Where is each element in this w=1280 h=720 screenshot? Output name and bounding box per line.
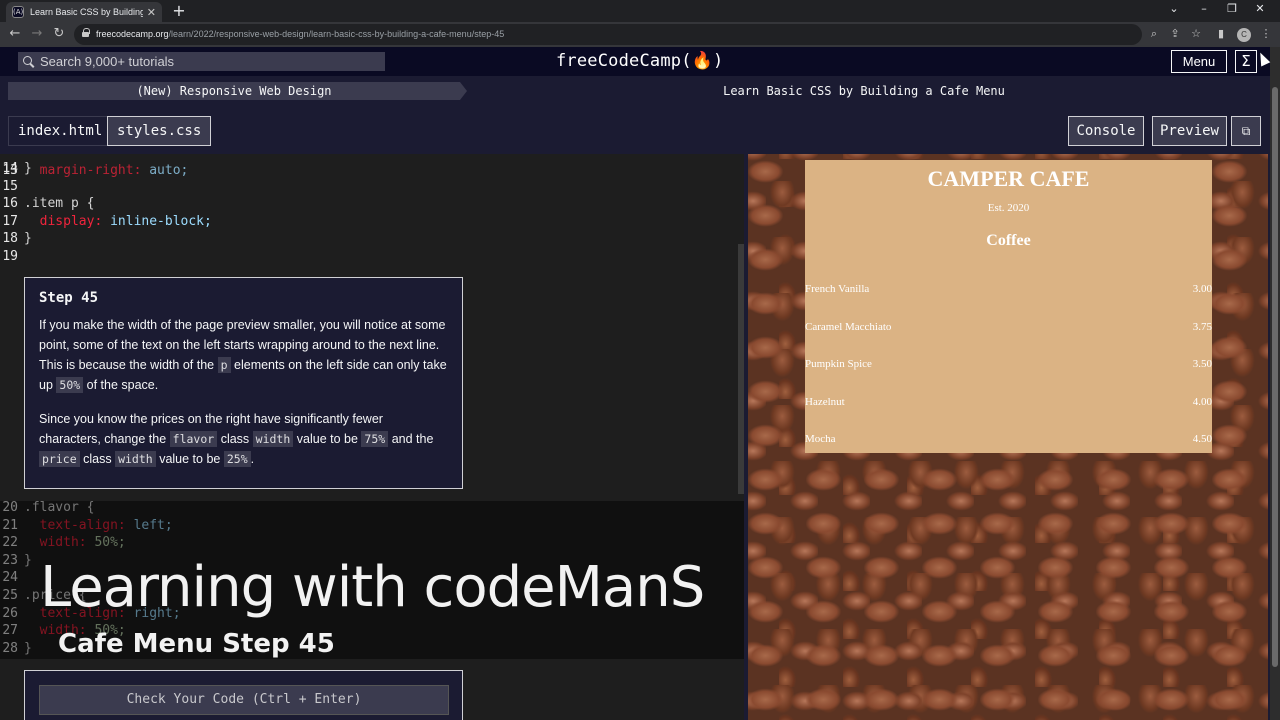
item-price: 3.50 xyxy=(1192,358,1212,370)
line-number: 16 xyxy=(2,196,18,212)
share-icon[interactable]: ⇪ xyxy=(1167,26,1183,42)
item-price: 3.00 xyxy=(1192,283,1212,295)
item-flavor: Pumpkin Spice xyxy=(805,358,872,370)
fcc-logo[interactable]: freeCodeCamp(🔥) xyxy=(556,51,723,71)
preview-button[interactable]: Preview xyxy=(1152,116,1227,146)
breadcrumb-superblock[interactable]: (New) Responsive Web Design xyxy=(8,82,460,100)
video-overlay-subtitle: Cafe Menu Step 45 xyxy=(58,629,335,659)
video-overlay-title: Learning with codeManS xyxy=(40,555,705,620)
reload-icon[interactable]: ↻ xyxy=(50,25,68,43)
preview-pane: CAMPER CAFE Est. 2020 Coffee French Vani… xyxy=(748,154,1268,720)
line-number: 17 xyxy=(2,213,18,229)
back-arrow-icon[interactable]: ← xyxy=(6,25,24,43)
action-panel: Check Your Code (Ctrl + Enter) xyxy=(24,670,463,720)
tab-styles-css[interactable]: styles.css xyxy=(107,116,212,146)
line-number: 14 xyxy=(2,161,18,176)
close-window-icon[interactable]: ✕ xyxy=(1250,2,1270,15)
code-text: display: inline-block; xyxy=(24,213,212,229)
tab-search-icon[interactable]: ⌄ xyxy=(1164,2,1184,15)
item-price: 4.00 xyxy=(1192,395,1212,408)
menu-button[interactable]: Menu xyxy=(1171,50,1227,73)
search-icon xyxy=(23,55,35,68)
cafe-title: CAMPER CAFE xyxy=(927,166,1090,191)
item-flavor: Hazelnut xyxy=(805,395,845,408)
editor-scrollbar[interactable] xyxy=(738,244,744,494)
menu-item: Caramel Macchiato 3.75 xyxy=(805,321,1212,335)
new-tab-button[interactable]: + xyxy=(170,2,188,20)
item-flavor: French Vanilla xyxy=(805,283,870,295)
step-paragraph-2: Since you know the prices on the right h… xyxy=(39,412,434,467)
address-bar: ← → ↻ freecodecamp.org/learn/2022/respon… xyxy=(0,22,1280,47)
browser-tab[interactable]: (A) Learn Basic CSS by Building a Ca ✕ xyxy=(6,2,162,22)
scrollbar-thumb[interactable] xyxy=(1272,87,1278,667)
cafe-menu: CAMPER CAFE Est. 2020 Coffee French Vani… xyxy=(805,160,1212,453)
item-flavor: Mocha xyxy=(805,433,836,445)
code-line[interactable]: 16 .item p { xyxy=(0,195,740,213)
code-line[interactable]: 18} xyxy=(0,230,740,248)
profile-avatar[interactable]: C xyxy=(1237,28,1251,42)
breadcrumb-arrow-icon xyxy=(460,82,467,100)
menu-item: Mocha 4.50 xyxy=(805,433,1212,447)
popout-preview-icon[interactable]: ⧉ xyxy=(1231,116,1261,146)
bookmark-star-icon[interactable]: ☆ xyxy=(1188,26,1204,42)
menu-item: Pumpkin Spice 3.50 xyxy=(805,358,1212,372)
lock-icon xyxy=(82,28,90,37)
page-scrollbar[interactable] xyxy=(1270,47,1280,720)
zoom-icon[interactable]: ⌕ xyxy=(1146,26,1162,42)
check-code-button[interactable]: Check Your Code (Ctrl + Enter) xyxy=(39,685,449,715)
code-text: } xyxy=(24,161,32,176)
minimize-icon[interactable]: – xyxy=(1194,2,1214,15)
menu-item: French Vanilla 3.00 xyxy=(805,283,1212,297)
step-title: Step 45 xyxy=(39,290,99,306)
fcc-navbar: freeCodeCamp(🔥) Menu Σ xyxy=(0,47,1270,76)
restore-icon[interactable]: ❐ xyxy=(1222,2,1242,15)
code-line[interactable]: 17 display: inline-block; xyxy=(0,213,740,231)
tab-index-html[interactable]: index.html xyxy=(8,116,113,146)
code-text: .item p { xyxy=(24,196,95,212)
item-price: 3.75 xyxy=(1192,320,1212,333)
tab-title: Learn Basic CSS by Building a Ca xyxy=(30,7,143,17)
search-input[interactable] xyxy=(40,54,370,69)
item-flavor: Caramel Macchiato xyxy=(805,320,892,333)
menu-item: Hazelnut 4.00 xyxy=(805,396,1212,410)
line-number: 19 xyxy=(2,249,18,264)
breadcrumb: (New) Responsive Web Design Learn Basic … xyxy=(0,78,1270,104)
code-line[interactable]: 15 xyxy=(0,178,740,196)
established-text: Est. 2020 xyxy=(987,202,1030,214)
code-line[interactable]: 14} xyxy=(0,160,740,178)
more-options-icon[interactable]: ⋮ xyxy=(1258,26,1274,42)
code-editor[interactable]: 13 margin-right: auto; 14} 15 16 .item p {1… xyxy=(0,154,744,720)
browser-tab-strip: (A) Learn Basic CSS by Building a Ca ✕ +… xyxy=(0,0,1280,22)
url-field[interactable]: freecodecamp.org/learn/2022/responsive-w… xyxy=(74,24,1142,45)
code-text: } xyxy=(24,231,32,247)
fcc-favicon-icon: (A) xyxy=(12,6,24,18)
editor-toolbar: index.html styles.css Console Preview ⧉ xyxy=(0,104,1270,154)
step-paragraph-1: If you make the width of the page previe… xyxy=(39,318,447,393)
sigma-icon[interactable]: Σ xyxy=(1235,50,1257,73)
forward-arrow-icon[interactable]: → xyxy=(28,25,46,43)
search-box[interactable] xyxy=(18,52,385,71)
line-number: 18 xyxy=(2,231,18,247)
item-price: 4.50 xyxy=(1192,433,1212,445)
url-path: /learn/2022/responsive-web-design/learn-… xyxy=(168,29,505,39)
side-panel-icon[interactable]: ▮ xyxy=(1213,26,1229,42)
step-instructions: Step 45 If you make the width of the pag… xyxy=(24,277,463,489)
console-button[interactable]: Console xyxy=(1068,116,1144,146)
url-host: freecodecamp.org xyxy=(96,29,169,39)
line-number: 15 xyxy=(2,178,18,194)
category-heading: Coffee xyxy=(986,232,1031,249)
breadcrumb-block[interactable]: Learn Basic CSS by Building a Cafe Menu xyxy=(476,82,1252,100)
close-tab-icon[interactable]: ✕ xyxy=(147,6,156,19)
code-line[interactable]: 19 xyxy=(0,248,740,266)
